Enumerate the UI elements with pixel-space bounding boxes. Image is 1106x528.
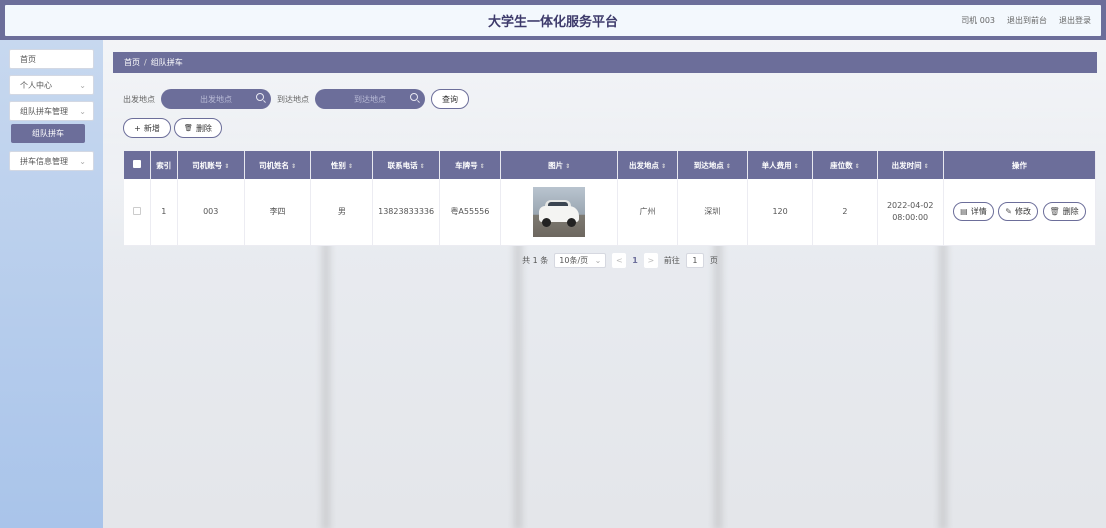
table-row: 1 003 李四 男 13823833336 粤A55556 广州 深圳 120… (124, 179, 1097, 246)
column-header[interactable]: 性别 ⇕ (310, 151, 374, 179)
goto-label: 前往 (663, 255, 680, 265)
cell-index: 1 (150, 179, 178, 246)
column-header[interactable]: 到达地点 ⇕ (677, 151, 748, 179)
batch-delete-button[interactable]: 🗑 删除 (174, 118, 222, 138)
chevron-down-icon: ⌄ (594, 255, 602, 265)
sidebar-subitem-team-carpool[interactable]: 组队拼车 (11, 124, 85, 143)
breadcrumb-separator: / (144, 58, 147, 67)
sort-icon: ⇕ (347, 162, 353, 170)
breadcrumb-current: 组队拼车 (150, 58, 183, 67)
cell-origin: 广州 (617, 179, 678, 246)
sort-icon: ⇕ (725, 162, 731, 170)
prev-page-button[interactable]: < (612, 252, 627, 268)
sort-icon: ⇕ (923, 162, 929, 170)
cell-driver-account: 003 (177, 179, 245, 246)
chevron-down-icon: ⌄ (79, 156, 86, 166)
top-header: 大学生一体化服务平台 司机 003 退出到前台 退出登录 (0, 0, 1106, 40)
add-button[interactable]: + 新增 (123, 118, 171, 138)
sidebar-item-carpool-management[interactable]: 组队拼车管理 ⌄ (9, 101, 94, 121)
sidebar-item-personal-center[interactable]: 个人中心 ⌄ (9, 75, 94, 95)
search-icon (410, 93, 418, 101)
delete-button[interactable]: 🗑 删除 (1042, 202, 1086, 222)
search-bar: 出发地点 出发地点 到达地点 到达地点 查询 (113, 89, 1097, 109)
carpool-table: 索引 司机账号 ⇕ 司机姓名 ⇕ 性别 ⇕ 联系电话 ⇕ 车牌号 ⇕ 图片 ⇕ 出发地点 ⇕ … (124, 151, 1097, 246)
main-content: 首页 / 组队拼车 出发地点 出发地点 到达地点 到达地点 查询 + 新增 🗑 … (113, 52, 1097, 268)
sidebar-item-label: 个人中心 (20, 80, 52, 90)
cell-image (500, 179, 619, 246)
action-toolbar: + 新增 🗑 删除 (113, 118, 1097, 138)
chevron-down-icon: ⌄ (79, 80, 86, 90)
batch-delete-label: 删除 (195, 123, 212, 133)
cell-operations: ▤ 详情 ✎ 修改 🗑 删除 (943, 179, 1097, 246)
cell-gender: 男 (310, 179, 374, 246)
plus-icon: + (134, 123, 141, 133)
cell-destination: 深圳 (677, 179, 748, 246)
origin-placeholder: 出发地点 (200, 94, 232, 104)
document-icon: ▤ (960, 207, 968, 217)
cell-driver-name: 李四 (244, 179, 312, 246)
sort-icon: ⇕ (479, 162, 485, 170)
next-page-button[interactable]: > (643, 252, 658, 268)
sort-icon: ⇕ (565, 162, 571, 170)
column-header: 操作 (943, 151, 1097, 179)
column-header[interactable]: 联系电话 ⇕ (372, 151, 440, 179)
column-header[interactable]: 车牌号 ⇕ (439, 151, 502, 179)
logout-link[interactable]: 退出登录 (1059, 15, 1091, 26)
page-size-select[interactable]: 10条/页 ⌄ (554, 252, 607, 268)
sort-icon: ⇕ (224, 162, 230, 170)
column-header[interactable]: 司机姓名 ⇕ (244, 151, 312, 179)
sort-icon: ⇕ (419, 162, 425, 170)
goto-page-input[interactable]: 1 (685, 252, 704, 268)
column-header[interactable]: 图片 ⇕ (500, 151, 619, 179)
sort-icon: ⇕ (291, 162, 297, 170)
app-title: 大学生一体化服务平台 (487, 15, 618, 30)
cell-plate: 粤A55556 (439, 179, 502, 246)
sidebar: 首页 个人中心 ⌄ 组队拼车管理 ⌄ 组队拼车 拼车信息管理 ⌄ (0, 40, 103, 528)
trash-icon: 🗑 (1049, 207, 1060, 217)
table-header-row: 索引 司机账号 ⇕ 司机姓名 ⇕ 性别 ⇕ 联系电话 ⇕ 车牌号 ⇕ 图片 ⇕ 出发地点 ⇕ … (124, 151, 1097, 179)
cell-phone: 13823833336 (372, 179, 440, 246)
pagination-total: 共 1 条 (522, 255, 549, 265)
select-all-checkbox[interactable] (124, 151, 152, 179)
column-header: 索引 (150, 151, 178, 179)
sidebar-item-label: 首页 (20, 54, 36, 64)
sidebar-item-home[interactable]: 首页 (9, 49, 94, 69)
sort-icon: ⇕ (660, 162, 666, 170)
origin-label: 出发地点 (123, 94, 155, 104)
add-button-label: 新增 (143, 123, 160, 133)
pencil-icon: ✎ (1005, 207, 1012, 217)
detail-button[interactable]: ▤ 详情 (953, 202, 994, 222)
row-checkbox[interactable] (124, 179, 152, 246)
current-user-label: 司机 003 (961, 16, 995, 25)
cell-depart-time: 2022-04-02 08:00:00 (877, 179, 944, 246)
column-header[interactable]: 出发地点 ⇕ (617, 151, 678, 179)
cell-fee: 120 (747, 179, 814, 246)
destination-placeholder: 到达地点 (354, 94, 386, 104)
column-header[interactable]: 座位数 ⇕ (812, 151, 878, 179)
column-header[interactable]: 司机账号 ⇕ (177, 151, 245, 179)
sort-icon: ⇕ (854, 162, 860, 170)
origin-search-input[interactable]: 出发地点 (161, 89, 271, 109)
breadcrumb-home[interactable]: 首页 (124, 57, 140, 68)
search-icon (256, 93, 264, 101)
sidebar-item-carpool-info[interactable]: 拼车信息管理 ⌄ (9, 151, 94, 171)
query-button[interactable]: 查询 (431, 89, 469, 109)
trash-icon: 🗑 (184, 124, 193, 132)
destination-search-input[interactable]: 到达地点 (315, 89, 425, 109)
page-unit-label: 页 (709, 255, 718, 265)
car-photo[interactable] (533, 186, 586, 237)
column-header[interactable]: 单人费用 ⇕ (747, 151, 814, 179)
sidebar-item-label: 拼车信息管理 (20, 156, 68, 166)
edit-button[interactable]: ✎ 修改 (998, 202, 1038, 222)
column-header[interactable]: 出发时间 ⇕ (877, 151, 944, 179)
sort-icon: ⇕ (793, 162, 799, 170)
chevron-down-icon: ⌄ (79, 106, 86, 116)
pagination: 共 1 条 10条/页 ⌄ < 1 > 前往 1 页 (113, 252, 1097, 268)
destination-label: 到达地点 (277, 94, 309, 104)
current-page[interactable]: 1 (632, 256, 638, 265)
cell-seats: 2 (812, 179, 878, 246)
go-front-link[interactable]: 退出到前台 (1007, 15, 1047, 26)
breadcrumb: 首页 / 组队拼车 (113, 52, 1097, 73)
sidebar-item-label: 组队拼车管理 (20, 106, 68, 116)
